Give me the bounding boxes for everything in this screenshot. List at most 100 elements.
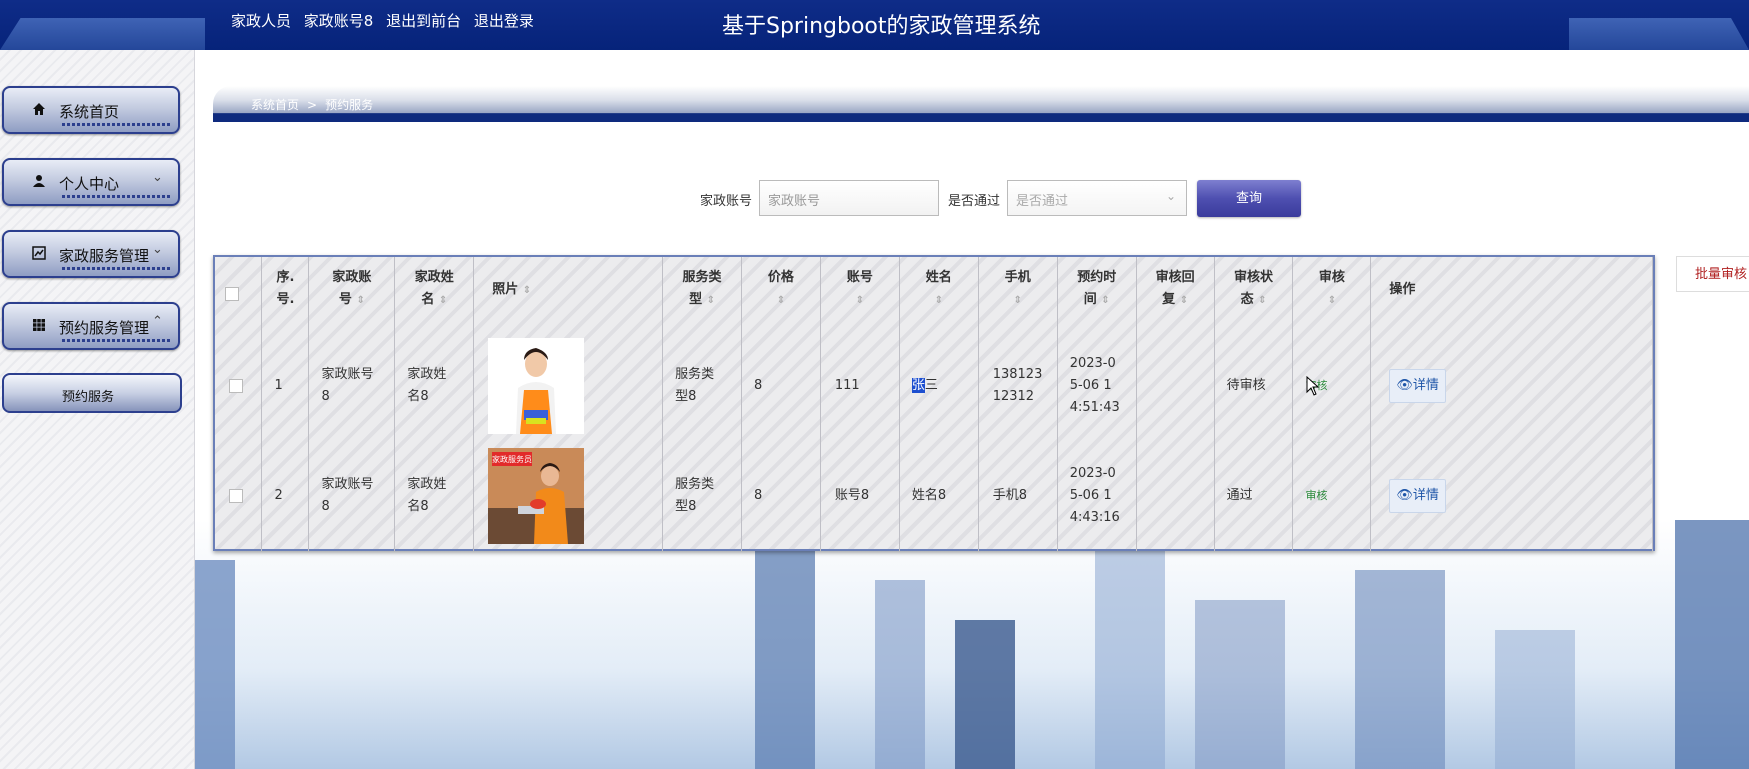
detail-button[interactable]: 👁详情: [1389, 369, 1446, 403]
sidebar: 系统首页 个人中心 ⌄ 家政服务管理 ⌄ 预约服务管理 ⌃ 预约服务: [0, 50, 195, 769]
table-row: 2 家政账号 8 家政姓 名8 家政服务员 服务类 型8 8 账号8 姓名8 手…: [215, 441, 1653, 551]
row-checkbox[interactable]: [229, 488, 243, 503]
cell-time: 4:43:16: [1069, 510, 1120, 525]
col-reply[interactable]: 审核回: [1156, 270, 1195, 285]
to-front-link[interactable]: 退出到前台: [386, 12, 461, 30]
pass-select-placeholder: 是否通过: [1016, 194, 1069, 209]
audit-link[interactable]: 审核: [1305, 489, 1327, 502]
cell-account: 8: [321, 499, 330, 514]
sort-icon[interactable]: ⇕: [523, 285, 531, 296]
detail-button[interactable]: 👁详情: [1389, 479, 1446, 513]
select-all-checkbox[interactable]: [225, 286, 239, 301]
col-price[interactable]: 价格: [768, 270, 794, 285]
sort-icon[interactable]: ⇕: [856, 295, 864, 306]
cell-time: 5-06 1: [1069, 488, 1112, 503]
col-index: 号.: [276, 292, 295, 307]
detail-label: 详情: [1412, 488, 1439, 503]
cell-phone: 138123: [992, 367, 1043, 382]
cell-uname: 三: [924, 378, 938, 393]
breadcrumb-home[interactable]: 系统首页: [251, 98, 299, 112]
service-photo[interactable]: 家政服务员: [488, 448, 585, 544]
col-time[interactable]: 间: [1084, 292, 1097, 307]
cell-time: 2023-0: [1069, 356, 1116, 371]
cell-account: 家政账号: [321, 477, 374, 492]
row-index: 2: [261, 441, 310, 551]
cell-type: 服务类: [675, 367, 715, 382]
row-checkbox[interactable]: [229, 378, 243, 393]
col-uname[interactable]: 姓名: [926, 270, 952, 285]
col-account[interactable]: 家政账: [332, 270, 371, 285]
cell-acct: 账号8: [820, 441, 900, 551]
sort-icon[interactable]: ⇕: [707, 295, 715, 306]
cell-account: 8: [321, 389, 330, 404]
cell-phone: 12312: [992, 389, 1035, 404]
cell-uname: 姓名8: [899, 441, 979, 551]
cell-uname-selected: 张: [911, 378, 925, 393]
pass-filter-label: 是否通过: [948, 194, 1001, 209]
col-phone[interactable]: 手机: [1005, 270, 1031, 285]
sort-icon[interactable]: ⇕: [935, 295, 943, 306]
sidebar-subitem-label: 预约服务: [62, 390, 115, 405]
page-title: 基于Springboot的家政管理系统: [722, 14, 1041, 39]
chevron-down-icon: ⌄: [1165, 189, 1176, 203]
eye-icon: 👁: [1396, 378, 1413, 393]
user-info: 家政人员 家政账号8 退出到前台 退出登录: [231, 10, 542, 31]
pass-select[interactable]: 是否通过 ⌄: [1007, 180, 1187, 216]
home-icon: [32, 102, 46, 120]
breadcrumb-current: 预约服务: [325, 98, 374, 112]
booking-table: 序. 号. 家政账号 ⇕ 家政姓名 ⇕ 照片 ⇕ 服务类型 ⇕ 价格 ⇕ 账号 ⇕ 姓…: [213, 255, 1655, 551]
chevron-down-icon: ⌄: [152, 242, 163, 257]
cell-price: 8: [741, 441, 821, 551]
col-time[interactable]: 预约时: [1077, 270, 1116, 285]
sort-icon[interactable]: ⇕: [1101, 295, 1109, 306]
col-name[interactable]: 名: [421, 292, 434, 307]
sidebar-subitem-booking-service[interactable]: 预约服务: [2, 373, 182, 413]
query-button[interactable]: 查询: [1197, 180, 1301, 217]
col-ops: 操作: [1389, 282, 1416, 297]
search-bar: 家政账号 家政账号 是否通过 是否通过 ⌄ 查询: [0, 180, 1749, 218]
sort-icon[interactable]: ⇕: [439, 295, 447, 306]
col-acct[interactable]: 账号: [847, 270, 873, 285]
cell-name: 家政姓: [407, 477, 447, 492]
sort-icon[interactable]: ⇕: [1180, 295, 1188, 306]
sort-icon[interactable]: ⇕: [1014, 295, 1022, 306]
col-name[interactable]: 家政姓: [415, 270, 454, 285]
cell-name: 家政姓: [407, 367, 447, 382]
cell-name: 名8: [407, 499, 429, 514]
batch-audit-button[interactable]: 批量审核: [1676, 256, 1749, 292]
col-state[interactable]: 审核状: [1234, 270, 1273, 285]
cell-time: 2023-0: [1069, 466, 1116, 481]
service-photo[interactable]: [488, 338, 585, 434]
col-audit[interactable]: 审核: [1319, 270, 1345, 285]
sort-icon[interactable]: ⇕: [356, 295, 364, 306]
col-account[interactable]: 号: [339, 292, 352, 307]
sidebar-item-service[interactable]: 家政服务管理 ⌄: [2, 230, 180, 278]
logout-link[interactable]: 退出登录: [474, 12, 534, 30]
account-filter-label: 家政账号: [700, 194, 753, 209]
sidebar-item-label: 家政服务管理: [59, 247, 150, 265]
mouse-cursor-icon: [1306, 376, 1320, 396]
col-index: 序.: [276, 270, 295, 285]
col-type[interactable]: 服务类: [683, 270, 722, 285]
sort-icon[interactable]: ⇕: [1328, 295, 1336, 306]
sort-icon[interactable]: ⇕: [1258, 295, 1266, 306]
photo-sign-text: 家政服务员: [492, 454, 532, 464]
sidebar-item-booking[interactable]: 预约服务管理 ⌃: [2, 302, 180, 350]
city-background: [195, 520, 1749, 769]
col-state[interactable]: 态: [1241, 292, 1254, 307]
col-type[interactable]: 型: [689, 292, 702, 307]
cell-state: 待审核: [1214, 331, 1294, 441]
row-index: 1: [261, 331, 310, 441]
role-label: 家政人员: [231, 12, 292, 30]
table-header-row: 序. 号. 家政账号 ⇕ 家政姓名 ⇕ 照片 ⇕ 服务类型 ⇕ 价格 ⇕ 账号 ⇕ 姓…: [215, 257, 1653, 331]
sidebar-item-home[interactable]: 系统首页: [2, 86, 180, 134]
col-reply[interactable]: 复: [1162, 292, 1175, 307]
cell-state: 通过: [1214, 441, 1294, 551]
account-search-input[interactable]: 家政账号: [759, 180, 939, 216]
chart-icon: [32, 246, 46, 264]
col-photo[interactable]: 照片: [492, 282, 518, 297]
cell-reply: [1136, 331, 1215, 441]
account-label: 家政账号8: [303, 12, 374, 30]
sidebar-item-label: 预约服务管理: [59, 319, 150, 337]
sort-icon[interactable]: ⇕: [777, 295, 785, 306]
